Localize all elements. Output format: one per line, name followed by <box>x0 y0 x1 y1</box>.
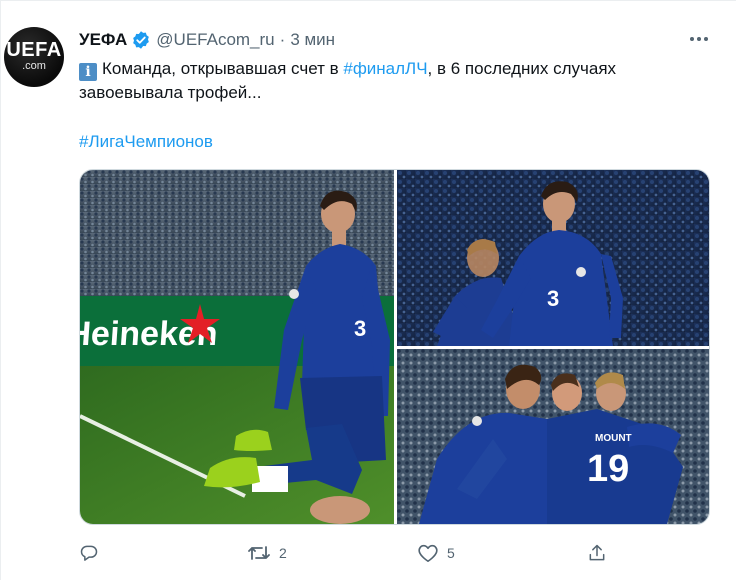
photo-two-players[interactable]: 3 <box>397 170 709 346</box>
media-grid: Heineken 3 3 MOUNT 19 <box>79 169 710 525</box>
heart-icon <box>417 543 439 563</box>
photo-1-shirt-number: 3 <box>354 316 366 341</box>
like-button[interactable]: 5 <box>417 538 455 568</box>
avatar-logo-text: UEFA <box>6 39 62 61</box>
avatar-logo-subtext: .com <box>22 60 46 72</box>
reply-icon <box>79 543 99 563</box>
avatar[interactable]: UEFA .com <box>4 27 64 87</box>
share-button[interactable] <box>587 538 607 568</box>
tweet-header: УЕФА @UEFAcom_ru · 3 мин <box>79 29 335 51</box>
retweet-count: 2 <box>279 545 287 561</box>
like-count: 5 <box>447 545 455 561</box>
photo-2-shirt-number: 3 <box>547 286 559 311</box>
tweet-text-line-2: завоевывала трофей... <box>79 83 262 102</box>
hashtag-link-final[interactable]: #финалЛЧ <box>343 59 427 78</box>
verified-badge-icon <box>131 30 151 50</box>
tweet-text-line-1: i Команда, открывавшая счет в #финалЛЧ, в… <box>79 57 699 81</box>
top-divider <box>0 0 736 1</box>
hashtag-link-champions-league[interactable]: #ЛигаЧемпионов <box>79 130 213 154</box>
timestamp[interactable]: 3 мин <box>290 30 335 50</box>
display-name[interactable]: УЕФА <box>79 30 127 50</box>
tweet-actions: 2 5 <box>79 538 619 568</box>
photo-3-shirt-number: 19 <box>587 448 629 490</box>
handle[interactable]: @UEFAcom_ru <box>156 30 274 50</box>
header-separator: · <box>279 30 286 49</box>
info-emoji-icon: i <box>79 63 97 81</box>
retweet-button[interactable]: 2 <box>247 538 287 568</box>
photo-team-celebration[interactable]: MOUNT 19 <box>397 349 709 524</box>
more-dots-icon[interactable] <box>688 28 710 50</box>
left-divider <box>0 0 1 580</box>
share-icon <box>587 543 607 563</box>
tweet-text: i Команда, открывавшая счет в #финалЛЧ, в… <box>79 57 699 105</box>
photo-kneeling-player[interactable]: Heineken 3 <box>80 170 394 524</box>
photo-3-shirt-name: MOUNT <box>595 433 632 444</box>
tweet-text-part-2: , в 6 последних случаях <box>427 59 617 78</box>
retweet-icon <box>247 543 271 563</box>
tweet-text-part-1: Команда, открывавшая счет в <box>102 59 344 78</box>
reply-button[interactable] <box>79 538 107 568</box>
